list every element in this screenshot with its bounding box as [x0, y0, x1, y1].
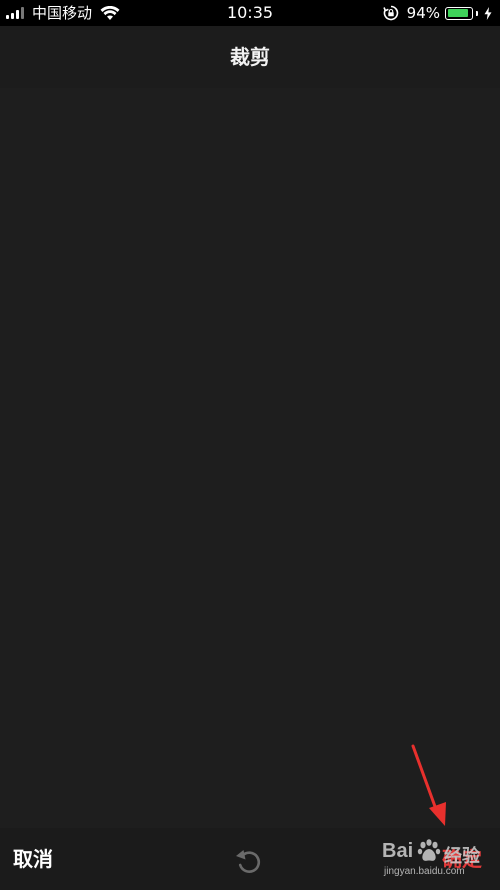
paw-logo-icon	[417, 839, 441, 861]
battery-fill	[447, 9, 469, 17]
watermark-brand-suffix: 经验	[444, 846, 480, 866]
crop-canvas[interactable]	[0, 88, 500, 828]
watermark-url: jingyan.baidu.com	[384, 866, 465, 877]
battery-nub	[476, 10, 478, 16]
watermark-brand: Bai	[382, 840, 414, 862]
status-bar: 中国移动 10:35 94%	[0, 0, 500, 26]
rotation-lock-icon	[382, 5, 398, 21]
cancel-button[interactable]: 取消	[13, 844, 53, 874]
rotate-ccw-icon	[236, 850, 261, 873]
annotation-arrow-icon	[411, 744, 446, 826]
battery-icon	[445, 6, 473, 20]
status-right: 94%	[382, 3, 492, 23]
baidu-watermark: Bai 经验 jingyan.baidu.com	[382, 836, 494, 884]
reset-button[interactable]	[232, 844, 266, 878]
page-title: 裁剪	[230, 45, 270, 69]
battery-percent: 94%	[406, 4, 440, 22]
charging-bolt-icon	[484, 6, 492, 20]
